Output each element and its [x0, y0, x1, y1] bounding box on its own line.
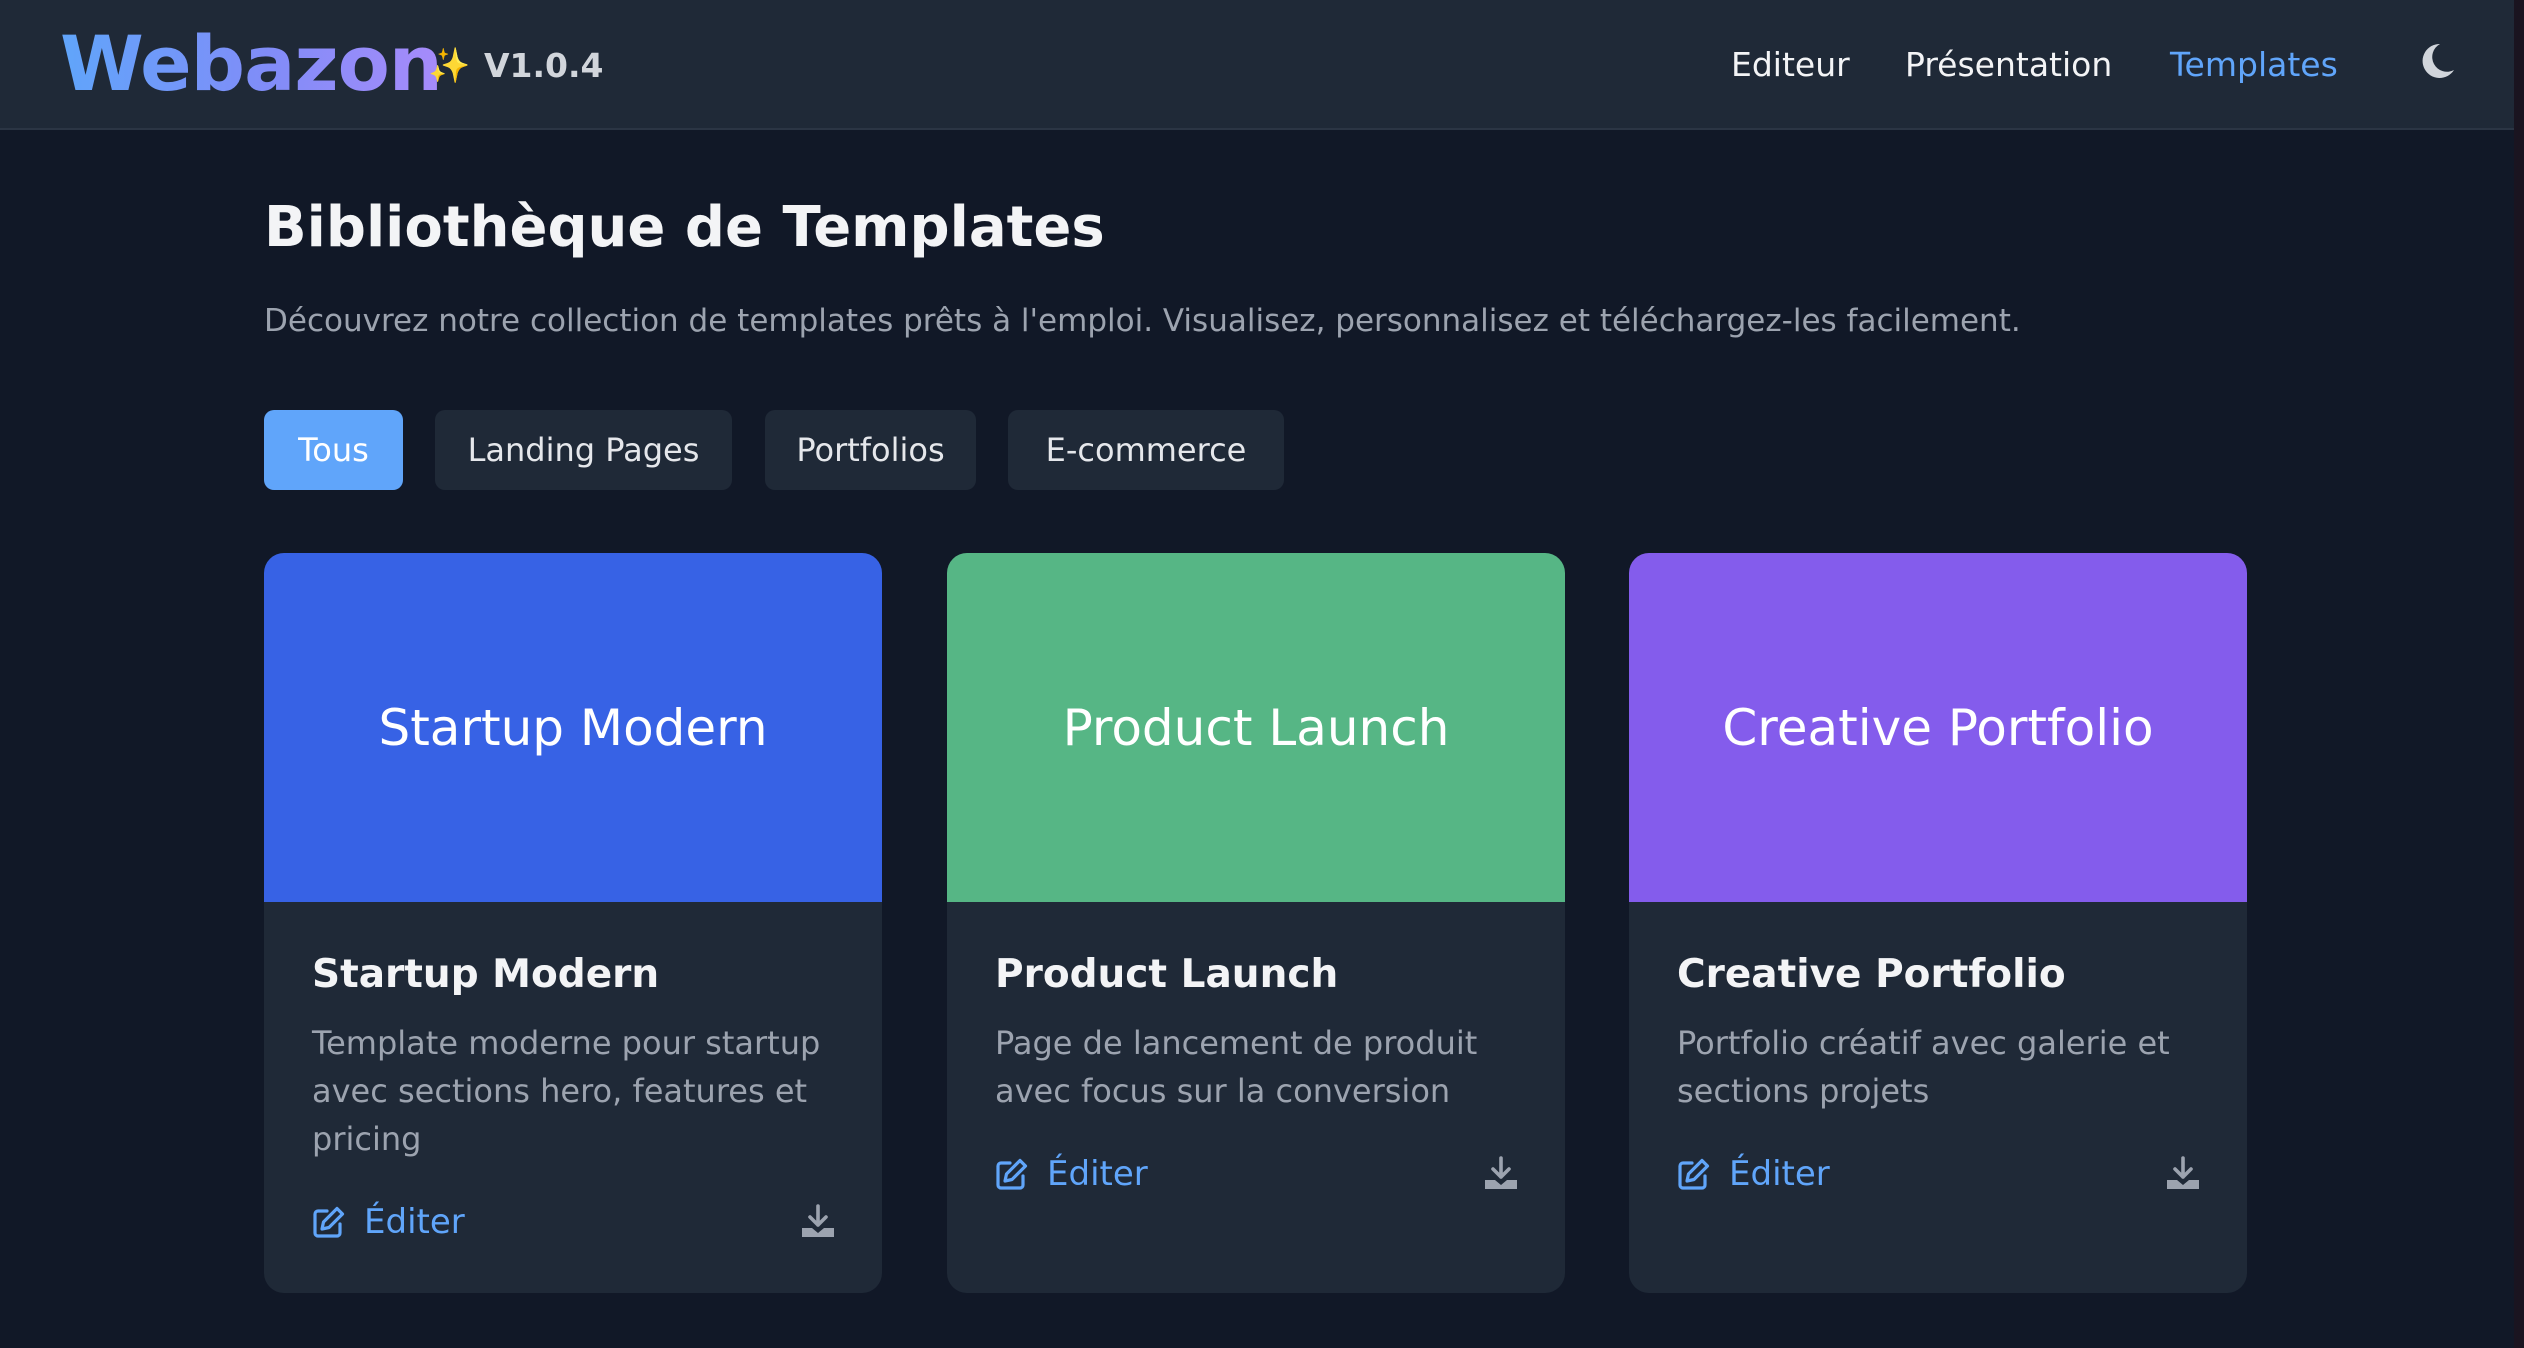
template-card-product-launch: Product Launch Product Launch Page de la…: [947, 553, 1565, 1293]
page-title: Bibliothèque de Templates: [264, 195, 1105, 260]
card-title: Creative Portfolio: [1677, 952, 2066, 997]
top-navbar: Webazon ✨ V1.0.4 Editeur Présentation Te…: [0, 0, 2524, 130]
template-card-startup-modern: Startup Modern Startup Modern Template m…: [264, 553, 882, 1293]
filter-tous[interactable]: Tous: [264, 410, 403, 490]
theme-toggle-button[interactable]: [2410, 38, 2460, 88]
filter-landing-pages[interactable]: Landing Pages: [435, 410, 732, 490]
download-icon: [2167, 1156, 2199, 1189]
card-description: Template moderne pour startup avec secti…: [312, 1024, 821, 1158]
card-description: Portfolio créatif avec galerie et sectio…: [1677, 1024, 2170, 1110]
version-label: V1.0.4: [484, 46, 604, 85]
card-description: Page de lancement de produit avec focus …: [995, 1024, 1478, 1110]
edit-button[interactable]: Éditer: [312, 1194, 465, 1250]
edit-icon: [1678, 1158, 1710, 1190]
filter-portfolios[interactable]: Portfolios: [765, 410, 976, 490]
card-preview[interactable]: Product Launch: [947, 553, 1565, 902]
download-icon: [1485, 1156, 1517, 1189]
download-button[interactable]: [2163, 1154, 2203, 1194]
edit-icon: [996, 1158, 1028, 1190]
nav-link-templates[interactable]: Templates: [2170, 40, 2338, 90]
edit-button[interactable]: Éditer: [1677, 1146, 1830, 1202]
edit-button[interactable]: Éditer: [995, 1146, 1148, 1202]
page-subtitle: Découvrez notre collection de templates …: [264, 303, 2021, 339]
card-preview[interactable]: Creative Portfolio: [1629, 553, 2247, 902]
filter-e-commerce[interactable]: E-commerce: [1008, 410, 1284, 490]
edit-label: Éditer: [364, 1202, 465, 1242]
card-preview[interactable]: Startup Modern: [264, 553, 882, 902]
window-edge: [2514, 0, 2524, 1348]
template-card-creative-portfolio: Creative Portfolio Creative Portfolio Po…: [1629, 553, 2247, 1293]
card-title: Product Launch: [995, 952, 1339, 997]
card-title: Startup Modern: [312, 952, 660, 997]
edit-label: Éditer: [1729, 1154, 1830, 1194]
download-icon: [802, 1204, 834, 1237]
logo[interactable]: Webazon: [60, 14, 443, 114]
nav-link-editeur[interactable]: Editeur: [1731, 40, 1850, 90]
download-button[interactable]: [1481, 1154, 1521, 1194]
edit-label: Éditer: [1047, 1154, 1148, 1194]
sparkle-icon: ✨: [428, 46, 471, 86]
nav-link-presentation[interactable]: Présentation: [1905, 40, 2112, 90]
moon-icon: [2422, 43, 2454, 78]
edit-icon: [313, 1206, 345, 1238]
download-button[interactable]: [798, 1202, 838, 1242]
